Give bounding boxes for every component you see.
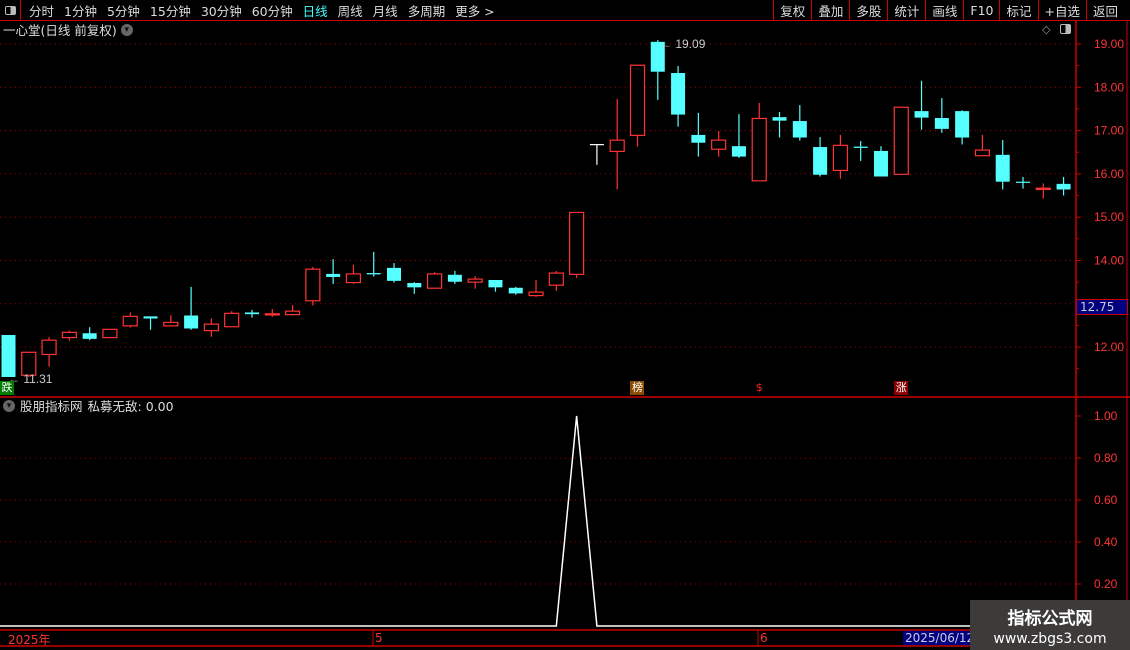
candle-body xyxy=(671,73,686,115)
candle-body xyxy=(974,149,991,157)
candle-body xyxy=(548,272,564,286)
candle-body xyxy=(569,211,585,275)
cursor-date: 2025/06/12/ xyxy=(903,631,981,645)
candle-body xyxy=(1,334,16,377)
candlestick-chart: 12.0013.0014.0015.0016.0017.0018.0019.00… xyxy=(0,21,1130,647)
candle-body xyxy=(508,287,523,294)
candle-body xyxy=(751,117,767,182)
watermark-title: 指标公式网 xyxy=(1007,609,1093,629)
date-label-year: 2025年 xyxy=(8,633,51,647)
candle-body xyxy=(447,274,462,282)
candle-body xyxy=(244,312,259,315)
candle-body xyxy=(609,139,625,152)
date-label-june: 6 xyxy=(760,631,768,645)
candle-body xyxy=(731,146,746,157)
candle-body xyxy=(853,146,868,148)
y-tick-label: 1.00 xyxy=(1094,409,1118,423)
candle-body xyxy=(1035,187,1051,190)
indicator-name: 股朋指标网 xyxy=(20,399,83,414)
candle-body xyxy=(528,291,544,297)
current-price-label: 12.75 xyxy=(1076,299,1128,315)
candle-body xyxy=(995,154,1010,182)
candle-body xyxy=(772,117,787,121)
candle-body xyxy=(41,339,57,356)
candle-body xyxy=(691,134,706,143)
y-tick-label: 0.20 xyxy=(1094,577,1118,591)
candle-body xyxy=(488,279,503,288)
signal-marker: 跌 xyxy=(0,381,14,395)
candle-body xyxy=(832,144,848,172)
candle-body xyxy=(914,111,929,118)
candle-body xyxy=(163,321,179,327)
candle-body xyxy=(792,121,807,138)
y-tick-label: 18.00 xyxy=(1094,80,1124,94)
candle-body xyxy=(284,310,301,316)
candle-body xyxy=(264,313,280,316)
watermark-url: www.zbgs3.com xyxy=(993,631,1107,647)
candle-body xyxy=(813,147,828,175)
high-price-label: ← 19.09 xyxy=(660,37,706,51)
y-tick-label: 12.00 xyxy=(1094,340,1124,354)
candle-body xyxy=(893,106,909,175)
indicator-value: 0.00 xyxy=(145,399,174,414)
indicator-header: ▾ 股朋指标网 私募无敌: 0.00 xyxy=(3,398,174,414)
y-tick-label: 17.00 xyxy=(1094,124,1124,138)
candle-body xyxy=(143,316,158,319)
y-tick-label: 16.00 xyxy=(1094,167,1124,181)
candle-body xyxy=(873,150,888,177)
candle-body xyxy=(203,323,219,332)
candle-body xyxy=(305,268,321,302)
candle-body xyxy=(122,315,138,327)
y-tick-label: 14.00 xyxy=(1094,254,1124,268)
candle-body xyxy=(61,331,77,339)
watermark: 指标公式网 www.zbgs3.com xyxy=(970,600,1130,650)
indicator-line xyxy=(0,415,1064,627)
candle-body xyxy=(82,333,97,339)
candle-body xyxy=(629,64,646,136)
candle-body xyxy=(589,144,604,146)
candle-body xyxy=(345,273,362,284)
candle-body xyxy=(1056,183,1071,190)
chevron-down-icon[interactable]: ▾ xyxy=(3,399,15,412)
candle-body xyxy=(387,267,402,281)
signal-marker: $ xyxy=(755,381,763,394)
candle-body xyxy=(407,283,422,288)
date-label-may: 5 xyxy=(375,631,383,645)
candle-body xyxy=(326,273,341,277)
candle-body xyxy=(224,312,240,328)
y-tick-label: 0.80 xyxy=(1094,451,1118,465)
candle-body xyxy=(184,315,199,329)
candle-body xyxy=(711,139,727,150)
y-tick-label: 15.00 xyxy=(1094,210,1124,224)
candle-body xyxy=(366,273,381,275)
candle-body xyxy=(426,273,443,289)
signal-marker: 涨 xyxy=(894,381,909,395)
candle-body xyxy=(102,328,118,339)
candle-body xyxy=(955,111,970,138)
indicator-series: 私募无敌 xyxy=(87,399,138,414)
y-tick-label: 0.60 xyxy=(1094,493,1118,507)
candle-body xyxy=(1016,181,1030,183)
y-tick-label: 19.00 xyxy=(1094,37,1124,51)
candle-body xyxy=(467,278,483,283)
low-price-label: ← 11.31 xyxy=(8,372,53,386)
candle-body xyxy=(934,118,949,129)
signal-marker: 榜 xyxy=(630,381,645,395)
y-tick-label: 0.40 xyxy=(1094,535,1118,549)
